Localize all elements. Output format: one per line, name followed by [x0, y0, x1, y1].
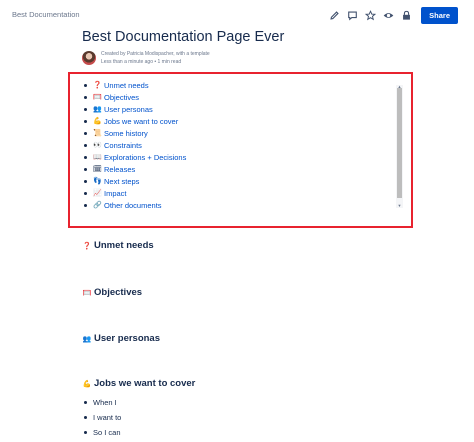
share-button[interactable]: Share — [421, 7, 458, 24]
toc-link-constraints[interactable]: Constraints — [104, 141, 142, 150]
muscle-icon: 💪 — [82, 380, 92, 388]
list-item-text: I want to — [93, 413, 122, 422]
toc-item[interactable]: 🔗 Other documents — [84, 199, 186, 211]
section-title: Jobs we want to cover — [94, 378, 196, 389]
toc-item[interactable]: 🥅 Objectives — [84, 91, 186, 103]
breadcrumb[interactable]: Best Documentation — [12, 10, 80, 19]
toc-link-jobs[interactable]: Jobs we want to cover — [104, 117, 178, 126]
section-heading-unmet-needs: ❓ Unmet needs — [82, 240, 154, 251]
section-title: User personas — [94, 333, 161, 344]
restrict-icon[interactable] — [400, 9, 413, 22]
page-title: Best Documentation Page Ever — [82, 29, 285, 45]
toc-link-next-steps[interactable]: Next steps — [104, 177, 139, 186]
goal-net-icon: 🥅 — [93, 94, 102, 101]
toc-link-some-history[interactable]: Some history — [104, 129, 148, 138]
byline: Created by Patricia Modispacher, with a … — [82, 51, 210, 65]
toc-link-releases[interactable]: Releases — [104, 165, 135, 174]
bullet — [84, 431, 87, 434]
toc-link-explorations[interactable]: Explorations + Decisions — [104, 153, 186, 162]
section-title: Objectives — [94, 287, 143, 298]
scroll-icon: 📜 — [93, 130, 102, 137]
book-icon: 📖 — [93, 154, 102, 161]
byline-meta: Less than a minute ago • 1 min read — [101, 59, 182, 65]
list-item[interactable]: I want to — [84, 410, 121, 425]
bullet — [84, 401, 87, 404]
toc-link-objectives[interactable]: Objectives — [104, 93, 139, 102]
bullet — [84, 167, 87, 171]
toc-item[interactable]: 📈 Impact — [84, 187, 186, 199]
jobs-list: When I I want to So I can — [84, 395, 121, 440]
section-heading-objectives: 🥅 Objectives — [82, 287, 142, 298]
question-icon: ❓ — [93, 82, 102, 89]
page-toolbar: Share — [328, 7, 458, 24]
people-icon: 👥 — [82, 335, 92, 343]
footprints-icon: 👣 — [93, 178, 102, 185]
toc-scrollbar[interactable]: ▲ ▼ — [396, 85, 403, 208]
goal-net-icon: 🥅 — [82, 289, 92, 297]
section-title: Unmet needs — [94, 240, 154, 251]
list-item-text: When I — [93, 398, 117, 407]
calendar-icon: 🗓 — [93, 166, 102, 173]
toc-link-impact[interactable]: Impact — [104, 189, 127, 198]
scroll-thumb[interactable] — [397, 88, 402, 198]
bullet — [84, 203, 87, 207]
bullet — [84, 83, 87, 87]
toc-item[interactable]: 🗓 Releases — [84, 163, 186, 175]
avatar[interactable] — [82, 51, 96, 65]
chart-up-icon: 📈 — [93, 190, 102, 197]
toc-item[interactable]: 👥 User personas — [84, 103, 186, 115]
toc-item[interactable]: 📖 Explorations + Decisions — [84, 151, 186, 163]
star-icon[interactable] — [364, 9, 377, 22]
bullet — [84, 143, 87, 147]
toc-item[interactable]: 📜 Some history — [84, 127, 186, 139]
bullet — [84, 416, 87, 419]
list-item-text: So I can — [93, 428, 121, 437]
pencil-icon[interactable] — [328, 9, 341, 22]
toc-item[interactable]: 👀 Constraints — [84, 139, 186, 151]
list-item[interactable]: So I can — [84, 425, 121, 440]
bullet — [84, 155, 87, 159]
bullet — [84, 179, 87, 183]
link-icon: 🔗 — [93, 202, 102, 209]
toc-item[interactable]: 👣 Next steps — [84, 175, 186, 187]
toc-item[interactable]: 💪 Jobs we want to cover — [84, 115, 186, 127]
eyes-icon: 👀 — [93, 142, 102, 149]
list-item[interactable]: When I — [84, 395, 121, 410]
toc-item[interactable]: ❓ Unmet needs — [84, 79, 186, 91]
bullet — [84, 191, 87, 195]
comment-icon[interactable] — [346, 9, 359, 22]
bullet — [84, 107, 87, 111]
muscle-icon: 💪 — [93, 118, 102, 125]
people-icon: 👥 — [93, 106, 102, 113]
section-heading-user-personas: 👥 User personas — [82, 333, 160, 344]
toc-link-user-personas[interactable]: User personas — [104, 105, 153, 114]
toc-link-other-documents[interactable]: Other documents — [104, 201, 162, 210]
byline-author[interactable]: Created by Patricia Modispacher, with a … — [101, 51, 210, 57]
toc-list: ❓ Unmet needs 🥅 Objectives 👥 User personas … — [84, 79, 186, 211]
eye-icon[interactable] — [382, 9, 395, 22]
scroll-down-icon[interactable]: ▼ — [396, 204, 403, 208]
bullet — [84, 119, 87, 123]
section-heading-jobs: 💪 Jobs we want to cover — [82, 378, 196, 389]
question-icon: ❓ — [82, 242, 92, 250]
table-of-contents: ❓ Unmet needs 🥅 Objectives 👥 User personas … — [68, 72, 413, 228]
bullet — [84, 131, 87, 135]
toc-link-unmet-needs[interactable]: Unmet needs — [104, 81, 149, 90]
bullet — [84, 95, 87, 99]
